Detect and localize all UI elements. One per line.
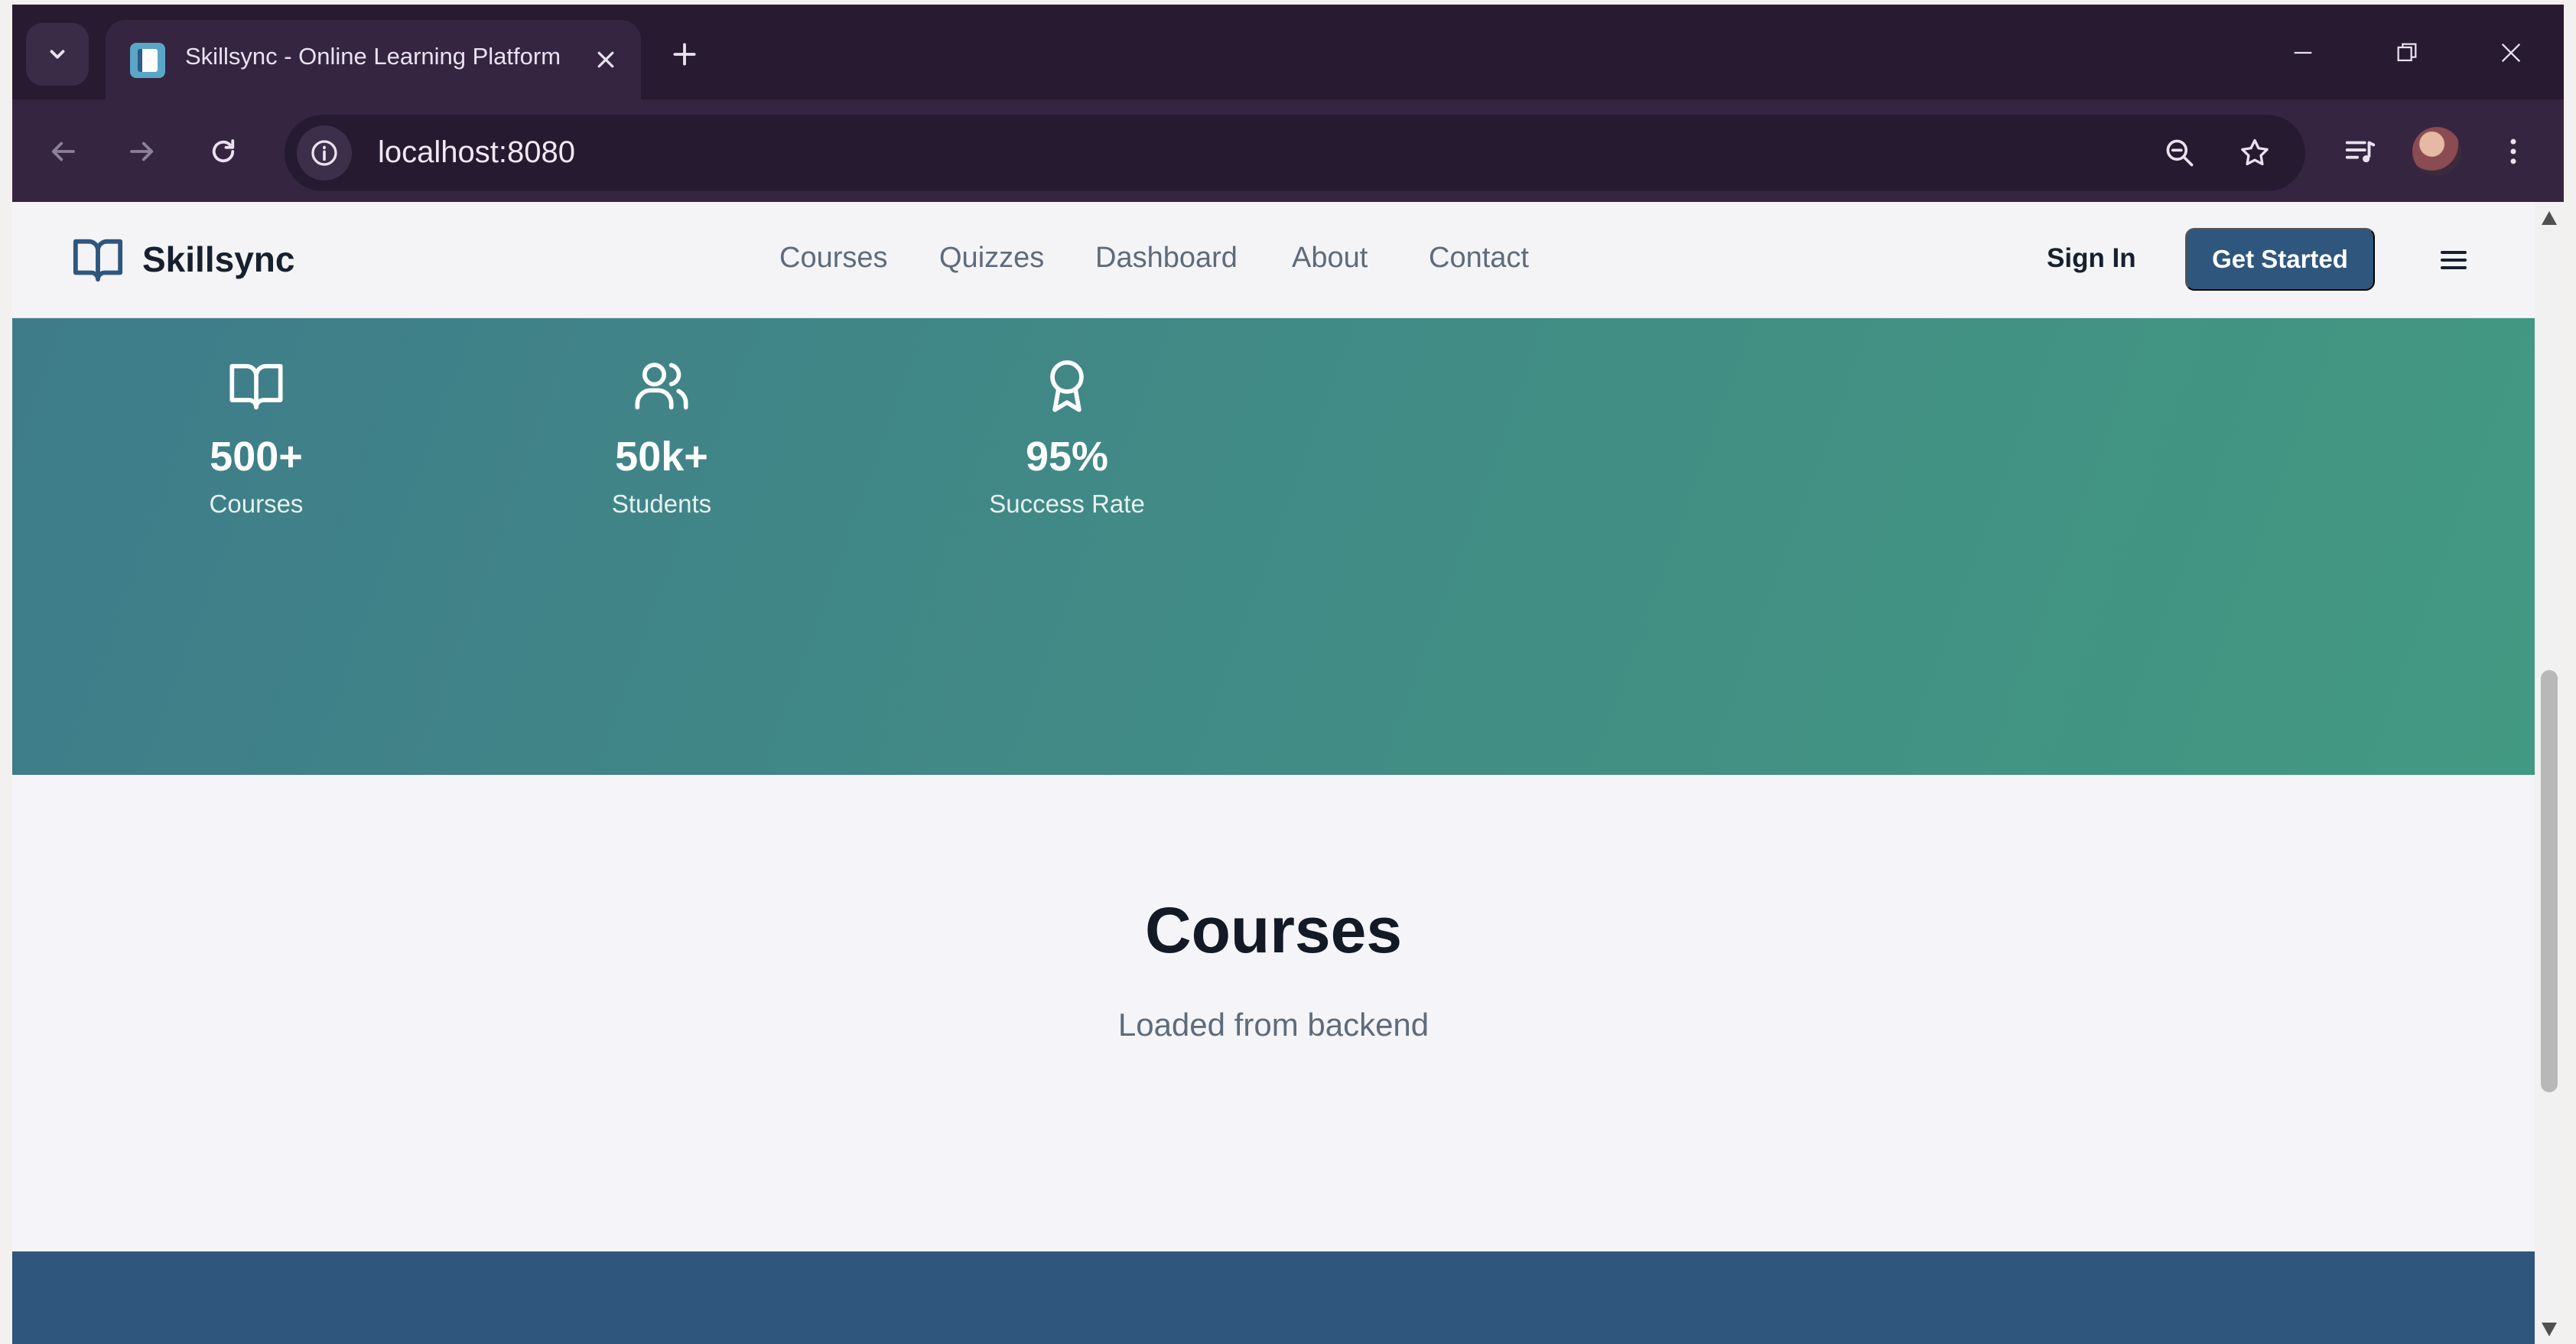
- stat-label: Courses: [209, 490, 304, 518]
- stat-value: 95%: [1025, 434, 1109, 480]
- page-scrollbar[interactable]: [2535, 202, 2564, 1344]
- tab-search-button[interactable]: [26, 23, 89, 86]
- restore-button[interactable]: [2365, 18, 2449, 87]
- site-info-button[interactable]: [297, 125, 352, 181]
- playlist-icon: [2345, 141, 2376, 163]
- plus-icon: [673, 43, 696, 66]
- nav-link-about[interactable]: About: [1292, 242, 1368, 275]
- url-text[interactable]: localhost:8080: [378, 135, 575, 170]
- zoom-button[interactable]: [2152, 125, 2207, 181]
- arrow-left-icon: [51, 142, 75, 161]
- stat-value: 50k+: [615, 434, 708, 480]
- close-icon: [2501, 43, 2521, 63]
- tab-title: Skillsync - Online Learning Platform: [185, 43, 561, 70]
- courses-subtitle: Loaded from backend: [1117, 1007, 1429, 1043]
- minimize-icon: [2294, 51, 2312, 54]
- bookmark-button[interactable]: [2227, 125, 2282, 181]
- courses-heading: Courses: [1144, 894, 1403, 966]
- scroll-thumb[interactable]: [2541, 670, 2558, 1092]
- brand-name: Skillsync: [142, 239, 295, 279]
- arrow-right-icon: [130, 142, 154, 161]
- back-button[interactable]: [34, 122, 92, 181]
- info-icon: [311, 140, 337, 166]
- book-open-icon: [73, 239, 123, 282]
- restore-icon: [2397, 43, 2417, 62]
- brand-logo[interactable]: Skillsync: [70, 233, 294, 286]
- stat-students: 50k+ Students: [524, 355, 799, 519]
- profile-avatar[interactable]: [2412, 127, 2461, 176]
- users-icon: [635, 363, 688, 410]
- tab-bar: Skillsync - Online Learning Platform: [12, 5, 2564, 104]
- reload-icon: [212, 139, 235, 163]
- tab-close-button[interactable]: [586, 40, 626, 80]
- award-icon: [1050, 360, 1084, 412]
- nav-link-quizzes[interactable]: Quizzes: [939, 242, 1044, 275]
- page-viewport: Skillsync Courses Quizzes Dashboard Abou…: [12, 202, 2535, 1344]
- hero-section: 500+ Courses 50k+ Students 95% Success R…: [12, 318, 2535, 775]
- nav-link-contact[interactable]: Contact: [1429, 242, 1529, 275]
- nav-link-dashboard[interactable]: Dashboard: [1095, 242, 1238, 275]
- address-bar[interactable]: localhost:8080: [285, 115, 2305, 191]
- active-tab[interactable]: Skillsync - Online Learning Platform: [106, 20, 641, 104]
- browser-menu-button[interactable]: [2484, 122, 2542, 181]
- media-controls-button[interactable]: [2331, 122, 2389, 181]
- close-icon: [597, 51, 614, 68]
- chevron-down-icon: [50, 50, 65, 59]
- scroll-up-arrow[interactable]: [2542, 211, 2557, 225]
- new-tab-button[interactable]: [653, 23, 716, 86]
- browser-toolbar: localhost:8080: [12, 99, 2564, 202]
- stat-success-rate: 95% Success Rate: [929, 355, 1205, 519]
- hamburger-menu-button[interactable]: [2432, 240, 2475, 280]
- scroll-down-arrow[interactable]: [2542, 1323, 2557, 1336]
- nav-link-courses[interactable]: Courses: [779, 242, 888, 275]
- menu-icon: [2441, 251, 2467, 269]
- stat-label: Students: [611, 490, 712, 518]
- forward-button[interactable]: [113, 122, 171, 181]
- favicon-icon: [130, 43, 165, 78]
- reload-button[interactable]: [194, 122, 252, 181]
- more-vertical-icon: [2510, 138, 2516, 164]
- book-open-icon: [229, 363, 283, 410]
- sign-in-link[interactable]: Sign In: [2047, 243, 2136, 274]
- zoom-out-icon: [2166, 139, 2194, 167]
- stat-courses: 500+ Courses: [119, 355, 394, 519]
- browser-chrome: Skillsync - Online Learning Platform loc…: [12, 5, 2564, 202]
- star-icon: [2241, 138, 2269, 166]
- get-started-button[interactable]: Get Started: [2185, 228, 2375, 291]
- stat-label: Success Rate: [989, 490, 1145, 518]
- minimize-button[interactable]: [2261, 18, 2345, 87]
- stat-value: 500+: [210, 434, 303, 480]
- site-header: Skillsync Courses Quizzes Dashboard Abou…: [12, 202, 2535, 318]
- close-window-button[interactable]: [2469, 18, 2553, 87]
- footer-section: [12, 1251, 2535, 1344]
